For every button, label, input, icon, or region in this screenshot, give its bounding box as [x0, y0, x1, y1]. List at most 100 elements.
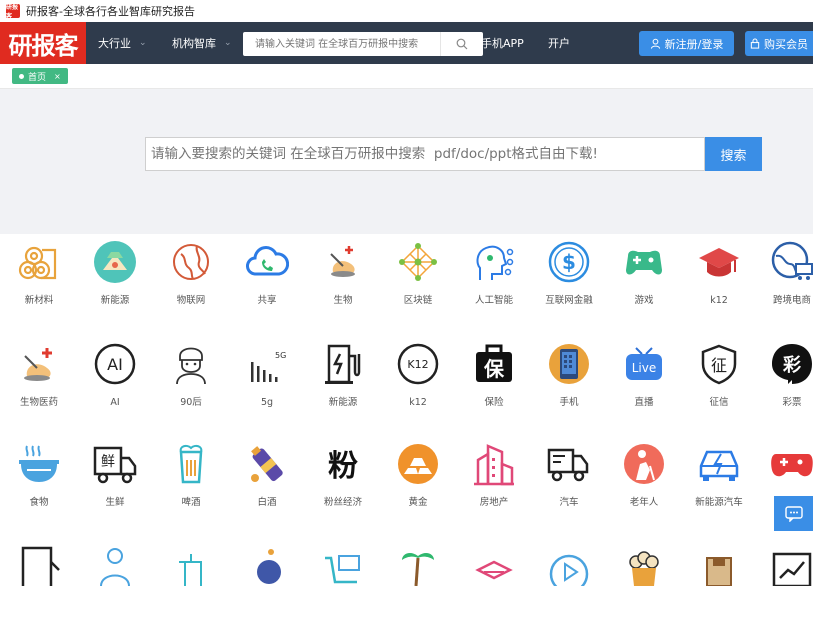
category-blockchain[interactable]: 区块链	[381, 234, 451, 334]
category-row4-item-1[interactable]	[2, 536, 72, 636]
category-5g[interactable]: 5G 5g	[230, 336, 300, 436]
window-title: 研报客-全球各行各业智库研究报告	[26, 5, 195, 18]
category-label: 区块链	[403, 295, 433, 306]
top-search-input[interactable]	[253, 37, 437, 51]
shield-icon: 征	[701, 344, 737, 385]
category-ai-2[interactable]: AI AI	[78, 336, 148, 436]
site-logo[interactable]: 研报客	[0, 22, 86, 64]
category-beer[interactable]: 啤酒	[154, 436, 224, 536]
nav-institution-label: 机构智库	[172, 37, 216, 50]
register-login-label: 新注册/登录	[664, 37, 724, 51]
category-k12[interactable]: k12	[682, 234, 752, 334]
noodle-bowl-icon	[19, 445, 59, 482]
close-icon[interactable]: ×	[54, 72, 61, 81]
lab-mouse-icon	[330, 246, 355, 277]
category-elderly[interactable]: 老年人	[607, 436, 677, 536]
fan-economy-icon: 粉	[328, 449, 358, 484]
category-mobile-phone[interactable]: 手机	[532, 336, 602, 436]
category-row4-item-3[interactable]	[154, 536, 224, 636]
main-search-button[interactable]: 搜索	[705, 137, 762, 171]
category-label: 90后	[180, 397, 202, 408]
category-internet-finance[interactable]: $ 互联网金融	[532, 234, 602, 334]
category-new-energy[interactable]: 新能源	[78, 234, 148, 334]
category-games[interactable]: 游戏	[607, 234, 677, 334]
category-label: 征信	[709, 397, 729, 408]
category-biology[interactable]: 生物	[306, 234, 376, 334]
nav-mobile-app[interactable]: 手机APP	[481, 22, 524, 64]
svg-text:Live: Live	[632, 361, 657, 375]
category-new-energy-2[interactable]: 新能源	[306, 336, 376, 436]
category-label: 共享	[257, 295, 277, 306]
truck-icon	[547, 448, 589, 482]
growth-chart-icon	[772, 552, 812, 586]
category-row4-item-4[interactable]	[230, 536, 300, 636]
palm-tree-icon	[402, 553, 434, 586]
shopping-cart-icon	[325, 555, 360, 584]
browser-title-bar: 研报客 研报客-全球各行各业智库研究报告	[0, 0, 813, 23]
elderly-person-icon	[624, 444, 664, 484]
box-icon	[706, 557, 732, 586]
svg-text:粉: 粉	[328, 449, 358, 484]
category-real-estate[interactable]: 房地产	[457, 436, 527, 536]
buy-member-label: 购买会员	[764, 37, 808, 51]
nav-institution-menu[interactable]: 机构智库 ⌄	[172, 22, 232, 64]
robot-head-icon	[476, 245, 514, 280]
cloud-phone-icon	[246, 246, 289, 276]
svg-text:5G: 5G	[275, 351, 286, 360]
category-k12-2[interactable]: K12 k12	[381, 336, 451, 436]
category-grid: 新材料 新能源 物联网 共享 生物 区块链 人工智能 $ 互联网金融 游戏 k1…	[0, 234, 813, 586]
category-row4-item-2[interactable]	[78, 536, 148, 636]
tab-home-label: 首页	[28, 72, 47, 83]
svg-text:征: 征	[711, 356, 727, 375]
category-food[interactable]: 食物	[2, 436, 72, 536]
category-insurance[interactable]: 保 保险	[457, 336, 527, 436]
category-label: 手机	[559, 397, 579, 408]
category-iot[interactable]: 物联网	[154, 234, 224, 334]
category-row4-item-5[interactable]	[306, 536, 376, 636]
category-row4-item-9[interactable]	[607, 536, 677, 636]
buy-member-button[interactable]: 购买会员	[745, 31, 813, 56]
category-liquor[interactable]: 白酒	[230, 436, 300, 536]
chat-float-button[interactable]	[774, 496, 813, 531]
category-row4-item-10[interactable]	[682, 536, 752, 636]
category-row4-item-8[interactable]	[532, 536, 602, 636]
category-row4-item-7[interactable]	[457, 536, 527, 636]
page-tab-bar: 首页 ×	[0, 64, 813, 89]
live-tv-icon: Live	[626, 347, 662, 380]
category-ai[interactable]: 人工智能	[457, 234, 527, 334]
pipes-icon	[18, 246, 57, 280]
category-label: 老年人	[629, 497, 659, 508]
category-new-materials[interactable]: 新材料	[2, 234, 72, 334]
category-post-90s[interactable]: 90后	[154, 336, 224, 436]
liquor-bottle-icon	[251, 446, 283, 482]
main-search-input[interactable]	[149, 145, 703, 163]
category-row4-item-11[interactable]	[755, 536, 813, 636]
nav-industry-menu[interactable]: 大行业 ⌄	[98, 22, 147, 64]
category-row4-item-6[interactable]	[381, 536, 451, 636]
tab-home[interactable]: 首页 ×	[12, 68, 68, 84]
category-sharing[interactable]: 共享	[230, 234, 300, 334]
category-label: 汽车	[559, 497, 579, 508]
svg-text:$: $	[562, 250, 576, 274]
register-login-button[interactable]: 新注册/登录	[639, 31, 734, 56]
category-label: 5g	[260, 397, 274, 408]
category-cross-border-ecommerce[interactable]: 跨境电商	[755, 234, 813, 334]
category-fan-economy[interactable]: 粉 粉丝经济	[306, 436, 376, 536]
category-live-streaming[interactable]: Live 直播	[607, 336, 677, 436]
top-navbar: 研报客 大行业 ⌄ 机构智库 ⌄ 手机APP 开户 新注册/登录 购买会员	[0, 22, 813, 64]
category-automobile[interactable]: 汽车	[532, 436, 602, 536]
main-search-box	[145, 137, 705, 171]
lab-mouse-icon	[24, 348, 52, 381]
category-fresh-food[interactable]: 鲜 生鲜	[78, 436, 148, 536]
category-gold[interactable]: 黄金	[381, 436, 451, 536]
globe-cart-icon	[771, 241, 813, 280]
k12-circle-icon: K12	[397, 343, 439, 385]
category-credit[interactable]: 征 征信	[682, 336, 752, 436]
category-new-energy-vehicle[interactable]: 新能源汽车	[682, 436, 752, 536]
globe-network-icon	[173, 244, 209, 280]
category-biomedicine[interactable]: 生物医药	[2, 336, 72, 436]
top-search-button[interactable]	[440, 32, 483, 56]
buildings-icon	[474, 444, 514, 486]
nav-open-account[interactable]: 开户	[548, 22, 570, 64]
category-lottery[interactable]: 彩 彩票	[755, 336, 813, 436]
